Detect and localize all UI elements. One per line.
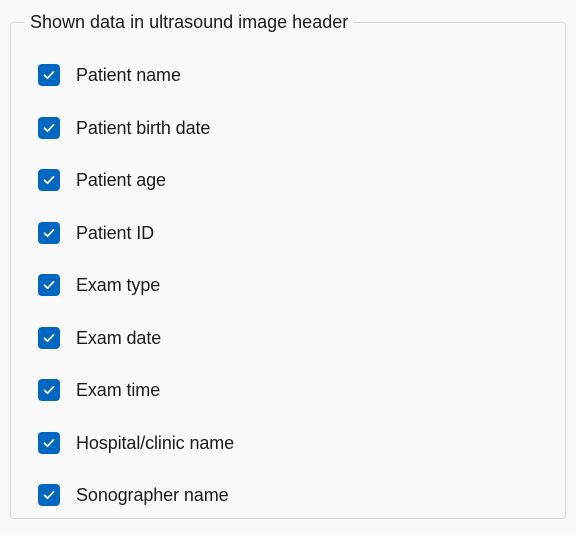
checkmark-icon	[43, 438, 55, 447]
exam-date-label: Exam date	[76, 327, 162, 348]
header-data-options: Patient name Patient birth date Patient …	[38, 62, 234, 535]
exam-type-label: Exam type	[76, 275, 161, 295]
exam-time-checkbox[interactable]	[38, 379, 60, 401]
patient-name-label: Patient name	[76, 65, 181, 85]
checkmark-icon	[43, 70, 55, 80]
option-patient-age[interactable]: Patient age	[38, 167, 234, 193]
option-sonographer-name[interactable]: Sonographer name	[38, 482, 234, 508]
checkmark-icon	[43, 490, 55, 500]
option-exam-type[interactable]: Exam type	[38, 272, 234, 298]
sonographer-name-label: Sonographer name	[76, 485, 229, 505]
patient-id-label: Patient ID	[76, 222, 155, 243]
hospital-clinic-name-label: Hospital/clinic name	[76, 432, 235, 453]
checkmark-icon	[43, 280, 55, 290]
patient-name-checkbox[interactable]	[38, 64, 60, 86]
patient-id-checkbox[interactable]	[38, 221, 60, 244]
sonographer-name-checkbox[interactable]	[38, 484, 60, 506]
checkmark-icon	[43, 228, 55, 237]
exam-time-label: Exam time	[76, 380, 161, 400]
exam-type-checkbox[interactable]	[38, 274, 60, 296]
checkmark-icon	[43, 385, 55, 395]
hospital-clinic-name-checkbox[interactable]	[38, 431, 60, 454]
patient-age-checkbox[interactable]	[38, 169, 60, 191]
option-hospital-clinic-name[interactable]: Hospital/clinic name	[38, 430, 234, 456]
checkmark-icon	[43, 123, 55, 132]
checkmark-icon	[43, 175, 55, 185]
option-patient-name[interactable]: Patient name	[38, 62, 234, 88]
option-exam-date[interactable]: Exam date	[38, 325, 234, 351]
patient-age-label: Patient age	[76, 170, 166, 190]
patient-birth-date-checkbox[interactable]	[38, 116, 60, 139]
option-patient-id[interactable]: Patient ID	[38, 220, 234, 246]
option-patient-birth-date[interactable]: Patient birth date	[38, 115, 234, 141]
exam-date-checkbox[interactable]	[38, 326, 60, 349]
option-exam-time[interactable]: Exam time	[38, 377, 234, 403]
checkmark-icon	[43, 333, 55, 342]
patient-birth-date-label: Patient birth date	[76, 117, 211, 138]
groupbox-title: Shown data in ultrasound image header	[25, 10, 354, 34]
